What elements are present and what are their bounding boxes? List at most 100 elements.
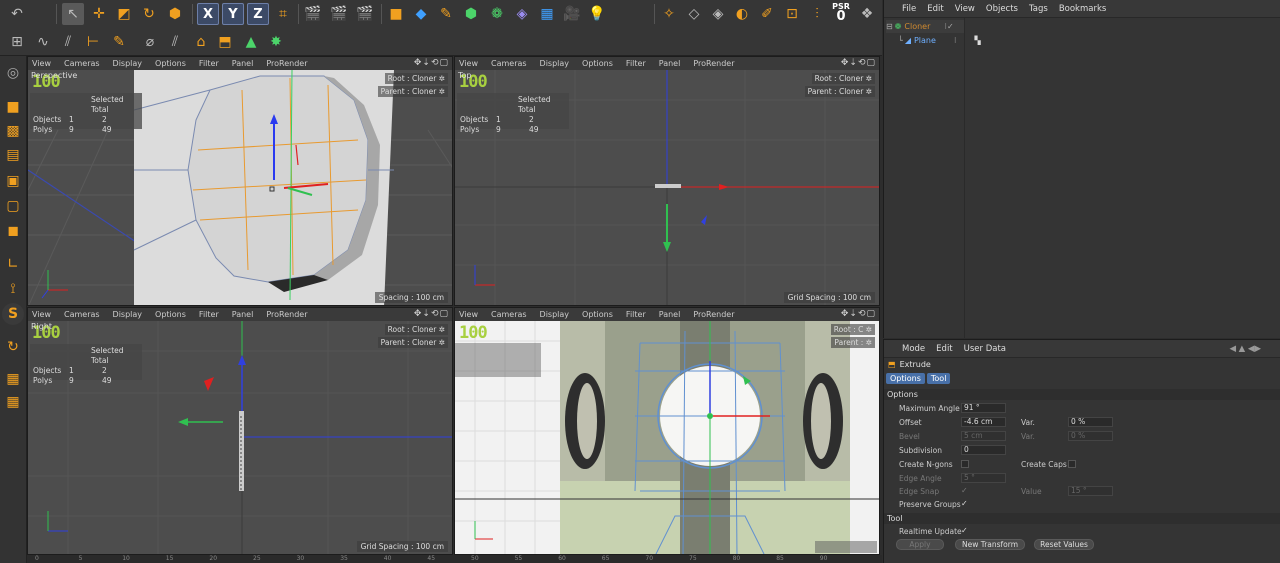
menu-filter[interactable]: Filter [626,59,646,68]
new-transform-button[interactable]: New Transform [955,539,1025,550]
viewport-perspective[interactable]: View Cameras Display Options Filter Pane… [27,56,453,306]
snap-s-icon[interactable]: S [2,303,24,325]
move-icon[interactable]: ✛ [88,3,110,25]
menu-display[interactable]: Display [540,310,570,319]
om-menu-tags[interactable]: Tags [1029,4,1048,14]
lock-workplane-icon[interactable]: ▦ [2,368,24,390]
menu-options[interactable]: Options [582,59,613,68]
knife-icon[interactable]: ⫽ [164,31,186,53]
reset-values-button[interactable]: Reset Values [1034,539,1094,550]
object-name[interactable]: Cloner [904,22,944,31]
rotate-icon[interactable]: ↻ [138,3,160,25]
cube-icon[interactable]: ■ [385,3,407,25]
floor-icon[interactable]: ▦ [536,3,558,25]
menu-filter[interactable]: Filter [199,59,219,68]
paint-mode-icon[interactable]: ✐ [756,3,778,25]
layer-icon[interactable]: ❖ [856,3,878,25]
nav-arrows-icon[interactable]: ◀ ▲ ◀▶ [1229,344,1261,354]
viewport-nav-icons[interactable]: ✥⇣⟲▢ [841,58,876,68]
tab-options[interactable]: Options [886,373,925,384]
om-menu-view[interactable]: View [955,4,975,14]
polygons-icon[interactable]: ◼ [2,220,24,242]
menu-view[interactable]: View [32,310,51,319]
visibility-icon[interactable]: ⁝ [954,36,957,45]
menu-cameras[interactable]: Cameras [491,59,527,68]
viewport-front[interactable]: View Cameras Display Options Filter Pane… [454,307,880,555]
render-settings-icon[interactable]: 🎬 [354,3,376,25]
am-menu-mode[interactable]: Mode [902,344,925,354]
select-arrow-icon[interactable]: ↖ [62,3,84,25]
menu-panel[interactable]: Panel [232,59,254,68]
texture-mode-icon[interactable]: ◐ [731,3,753,25]
menu-view[interactable]: View [459,59,478,68]
magnet-icon[interactable]: ⌀ [139,31,161,53]
om-menu-bookmarks[interactable]: Bookmarks [1059,4,1107,14]
make-editable-icon[interactable]: ■ [2,96,24,118]
tweak-icon[interactable]: ⟟ [2,278,24,300]
axis-mode-icon[interactable]: ∟ [2,253,24,275]
edges-icon[interactable]: ▢ [2,195,24,217]
menu-prorender[interactable]: ProRender [266,59,307,68]
render-pic-icon[interactable]: 🎬 [328,3,350,25]
menu-filter[interactable]: Filter [626,310,646,319]
psr-indicator[interactable]: PSR 0 [829,2,853,26]
menu-display[interactable]: Display [113,310,143,319]
edges-mode-icon[interactable]: ◇ [683,3,705,25]
front-canvas[interactable] [455,321,880,555]
menu-panel[interactable]: Panel [232,310,254,319]
subdivide-icon[interactable]: ⬢ [460,3,482,25]
tab-tool[interactable]: Tool [926,373,951,384]
workplane-mode-icon[interactable]: ▤ [2,144,24,166]
polygon-pen-icon[interactable]: ✎ [108,31,130,53]
menu-panel[interactable]: Panel [659,59,681,68]
object-row-cloner[interactable]: ⊟ ❁ Cloner ⁝✓ [886,20,964,33]
realtime-update-checkbox[interactable]: ✓ [961,527,969,535]
deformer-icon[interactable]: ◈ [511,3,533,25]
viewport-top[interactable]: View Cameras Display Options Filter Pane… [454,56,880,306]
checker-tag-icon[interactable]: ▚ [975,36,981,45]
texture-icon[interactable]: ▩ [2,120,24,142]
offset-var-field[interactable]: 0 % [1068,417,1113,427]
subdivision-field[interactable]: 0 [961,445,1006,455]
bevel-field[interactable]: 5 cm [961,431,1006,441]
create-ngons-checkbox[interactable] [961,460,969,468]
menu-view[interactable]: View [32,59,51,68]
cloner-icon[interactable]: ❁ [486,3,508,25]
workplane-icon[interactable]: ⊞ [6,31,28,53]
object-name[interactable]: Plane [914,36,954,45]
menu-options[interactable]: Options [155,310,186,319]
viewport-nav-icons[interactable]: ✥⇣⟲▢ [414,58,449,68]
menu-options[interactable]: Options [155,59,186,68]
viewport-nav-icons[interactable]: ✥⇣⟲▢ [841,309,876,319]
expand-icon[interactable]: ⊟ [886,22,893,31]
object-row-plane[interactable]: └ ◢ Plane ⁝ ▚ [898,34,981,47]
offset-field[interactable]: -4.6 cm [961,417,1006,427]
menu-options[interactable]: Options [582,310,613,319]
extrude-icon[interactable]: ⬒ [214,31,236,53]
planar-workplane-icon[interactable]: ▦ [2,391,24,413]
menu-cameras[interactable]: Cameras [64,59,100,68]
menu-panel[interactable]: Panel [659,310,681,319]
menu-prorender[interactable]: ProRender [693,59,734,68]
x-axis-button[interactable]: X [197,3,219,25]
menu-prorender[interactable]: ProRender [266,310,307,319]
menu-cameras[interactable]: Cameras [491,310,527,319]
brush-icon[interactable]: ↻ [2,336,24,358]
am-menu-userdata[interactable]: User Data [964,344,1006,354]
edge-angle-field[interactable]: 5 ° [961,473,1006,483]
spline-icon[interactable]: ∿ [32,31,54,53]
points-mode-icon[interactable]: ✧ [658,3,680,25]
viewport-solo-icon[interactable]: ◎ [2,62,24,84]
scale-icon[interactable]: ◩ [113,3,135,25]
points-icon[interactable]: ▣ [2,170,24,192]
om-menu-file[interactable]: File [902,4,916,14]
preserve-groups-checkbox[interactable]: ✓ [961,500,969,508]
model-icon[interactable]: ⬢ [164,3,186,25]
y-axis-button[interactable]: Y [222,3,244,25]
z-axis-button[interactable]: Z [247,3,269,25]
cube-blue-icon[interactable]: ◆ [410,3,432,25]
menu-cameras[interactable]: Cameras [64,310,100,319]
value-field[interactable]: 15 ° [1068,486,1113,496]
create-caps-checkbox[interactable] [1068,460,1076,468]
light-icon[interactable]: 💡 [586,3,608,25]
